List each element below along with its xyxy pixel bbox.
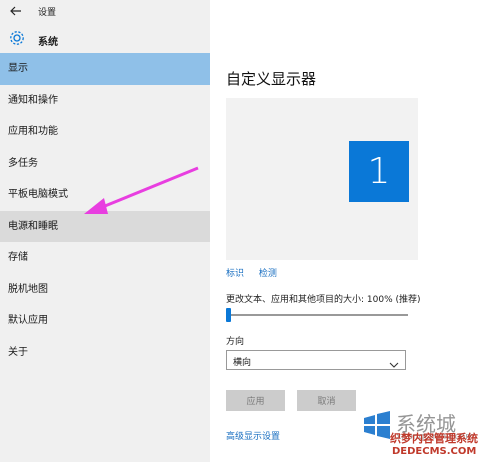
section-title: 系统 [38,37,58,48]
sidebar-item-apps[interactable]: 应用和功能 [0,116,210,148]
sidebar-item-display[interactable]: 显示 [0,53,210,85]
scale-slider-thumb[interactable] [226,308,231,322]
back-arrow-icon[interactable] [8,3,24,19]
monitor-1[interactable]: 1 [349,141,409,202]
cms-watermark-url: DEDECMS.COM [392,446,477,457]
chevron-down-icon [389,355,399,368]
sidebar-item-label: 平板电脑模式 [8,189,68,200]
apply-button[interactable]: 应用 [226,390,285,411]
cancel-button[interactable]: 取消 [297,390,356,411]
page-title: 自定义显示器 [226,70,317,88]
sidebar-item-default-apps[interactable]: 默认应用 [0,305,210,337]
identify-link[interactable]: 标识 [226,269,244,279]
watermark: 系统城 xitongcheng.com 织梦内容管理系统 DEDECMS.COM [352,404,500,462]
orientation-select[interactable]: 横向 [226,350,406,370]
sidebar-item-label: 关于 [8,346,28,358]
sidebar-item-label: 应用和功能 [8,126,58,137]
windows-logo-icon [362,410,392,440]
sidebar-item-storage[interactable]: 存储 [0,242,210,274]
sidebar-item-tablet-mode[interactable]: 平板电脑模式 [0,179,210,211]
sidebar: 设置 系统 显示 通知和操作 应用和功能 多任务 平板电脑模式 电源和睡眠 存储… [0,0,210,462]
orientation-value: 横向 [233,358,252,368]
sidebar-item-power-sleep[interactable]: 电源和睡眠 [0,210,210,242]
title-bar: 设置 [0,0,210,22]
sidebar-item-label: 电源和睡眠 [8,220,58,232]
scale-label: 更改文本、应用和其他项目的大小: 100% (推荐) [226,295,421,305]
monitor-links: 标识 检测 [226,266,289,279]
window-title: 设置 [38,8,57,18]
sidebar-item-multitasking[interactable]: 多任务 [0,148,210,180]
main-panel: 自定义显示器 1 标识 检测 更改文本、应用和其他项目的大小: 100% (推荐… [210,0,500,462]
detect-link[interactable]: 检测 [259,269,277,279]
sidebar-item-offline-maps[interactable]: 脱机地图 [0,274,210,306]
sidebar-item-label: 多任务 [8,157,38,169]
sidebar-nav: 显示 通知和操作 应用和功能 多任务 平板电脑模式 电源和睡眠 存储 脱机地图 … [0,53,210,368]
sidebar-item-about[interactable]: 关于 [0,337,210,369]
cms-watermark-text: 织梦内容管理系统 [390,432,478,445]
gear-icon [8,29,26,47]
section-header: 系统 [0,26,210,52]
sidebar-item-label: 默认应用 [8,315,48,326]
sidebar-item-label: 脱机地图 [8,283,48,295]
sidebar-item-label: 通知和操作 [8,94,58,106]
monitor-area: 1 [226,98,418,260]
sidebar-item-notifications[interactable]: 通知和操作 [0,85,210,117]
scale-slider[interactable] [228,314,408,316]
advanced-display-settings-link[interactable]: 高级显示设置 [226,429,280,442]
orientation-label: 方向 [226,337,245,347]
sidebar-item-label: 显示 [8,63,28,74]
sidebar-item-label: 存储 [8,252,28,263]
